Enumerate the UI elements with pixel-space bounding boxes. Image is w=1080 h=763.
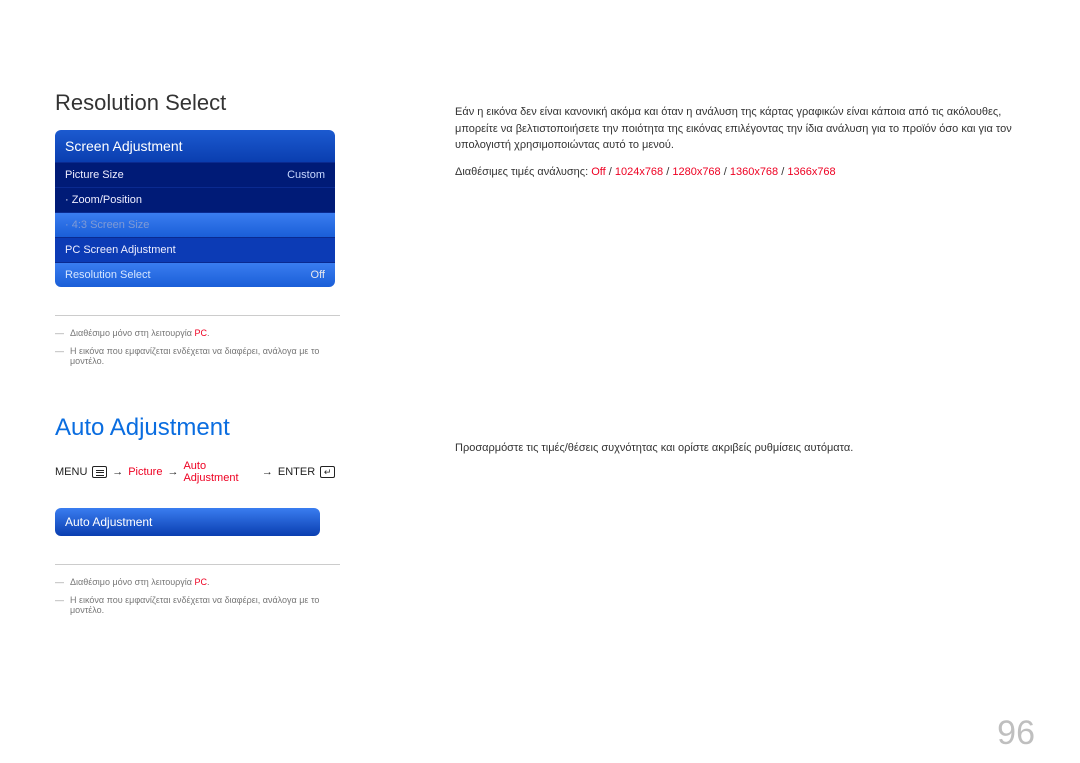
arrow-icon: →	[167, 466, 178, 478]
section-title-auto-adjustment: Auto Adjustment	[55, 414, 335, 442]
menu-header: Screen Adjustment	[55, 130, 335, 162]
dash-icon: ―	[55, 595, 64, 615]
body-text: Εάν η εικόνα δεν είναι κανονική ακόμα κα…	[455, 104, 1025, 154]
item-label: PC Screen Adjustment	[65, 244, 176, 256]
menu-item-zoom-position[interactable]: · Zoom/Position	[55, 187, 335, 212]
footnote-pc-only: ― Διαθέσιμο μόνο στη λειτουργία PC.	[55, 328, 335, 338]
item-value: Off	[311, 269, 325, 281]
footnote-text: Διαθέσιμο μόνο στη λειτουργία	[70, 328, 194, 338]
page-number: 96	[997, 714, 1035, 753]
body-text: Προσαρμόστε τις τιμές/θέσεις συχνότητας …	[455, 428, 1025, 457]
footnote-text: Η εικόνα που εμφανίζεται ενδέχεται να δι…	[70, 595, 335, 615]
res-label: Διαθέσιμες τιμές ανάλυσης:	[455, 166, 591, 178]
menu-item-pc-screen-adjustment[interactable]: PC Screen Adjustment	[55, 237, 335, 262]
screen-adjustment-menu: Screen Adjustment Picture Size Custom · …	[55, 130, 335, 287]
pc-label: PC	[194, 577, 207, 587]
footnote-text: Διαθέσιμο μόνο στη λειτουργία	[70, 577, 194, 587]
res-opt: 1366x768	[787, 166, 835, 178]
item-label: Resolution Select	[65, 269, 151, 281]
auto-adjustment-bar[interactable]: Auto Adjustment	[55, 508, 320, 536]
menu-icon	[92, 466, 107, 478]
footnote-pc-only: ― Διαθέσιμο μόνο στη λειτουργία PC.	[55, 577, 335, 587]
footnote-text-post: .	[207, 577, 210, 587]
item-value: Custom	[287, 169, 325, 181]
arrow-icon: →	[112, 466, 123, 478]
enter-icon	[320, 466, 335, 478]
path-enter: ENTER	[278, 466, 315, 478]
footnote-text: Η εικόνα που εμφανίζεται ενδέχεται να δι…	[70, 346, 335, 366]
res-opt: Off	[591, 166, 605, 178]
section-title-resolution: Resolution Select	[55, 90, 335, 116]
dash-icon: ―	[55, 328, 64, 338]
item-label: · Zoom/Position	[65, 194, 142, 206]
menu-item-43-screen-size[interactable]: · 4:3 Screen Size	[55, 212, 335, 237]
menu-path: MENU → Picture → Auto Adjustment → ENTER	[55, 460, 335, 484]
dash-icon: ―	[55, 577, 64, 587]
arrow-icon: →	[262, 466, 273, 478]
footnote-text-post: .	[207, 328, 210, 338]
menu-item-picture-size[interactable]: Picture Size Custom	[55, 162, 335, 187]
path-auto-adjustment: Auto Adjustment	[183, 460, 256, 484]
item-label: Picture Size	[65, 169, 124, 181]
divider	[55, 564, 340, 565]
item-label: · 4:3 Screen Size	[65, 219, 149, 231]
path-picture: Picture	[128, 466, 162, 478]
dash-icon: ―	[55, 346, 64, 366]
menu-item-resolution-select[interactable]: Resolution Select Off	[55, 262, 335, 287]
res-opt: 1280x768	[672, 166, 720, 178]
pc-label: PC	[194, 328, 207, 338]
res-opt: 1360x768	[730, 166, 778, 178]
footnote-model: ― Η εικόνα που εμφανίζεται ενδέχεται να …	[55, 595, 335, 615]
divider	[55, 315, 340, 316]
resolution-options: Διαθέσιμες τιμές ανάλυσης: Off / 1024x76…	[455, 166, 1025, 178]
path-menu: MENU	[55, 466, 87, 478]
res-opt: 1024x768	[615, 166, 663, 178]
footnote-model: ― Η εικόνα που εμφανίζεται ενδέχεται να …	[55, 346, 335, 366]
